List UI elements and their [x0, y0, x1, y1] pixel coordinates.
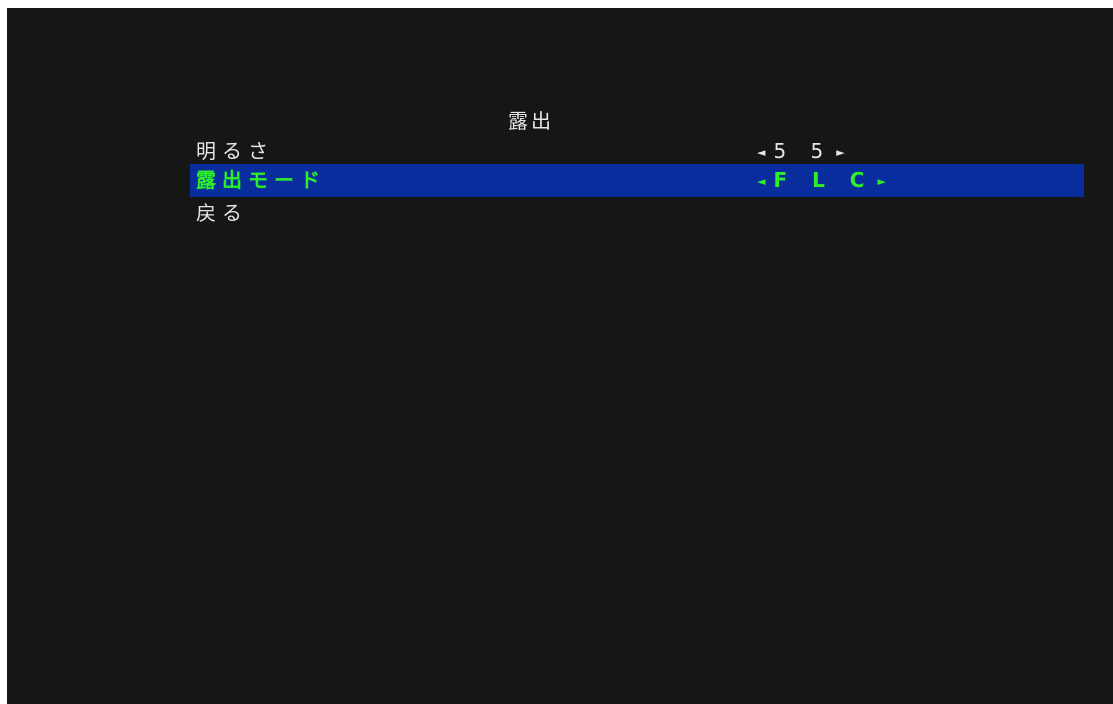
- menu-item-exposure-mode[interactable]: 露出モード ◄ F L C ►: [190, 164, 1084, 197]
- menu-item-back[interactable]: 戻る: [190, 197, 1084, 230]
- exposure-mode-value[interactable]: ◄ F L C ►: [753, 164, 894, 198]
- menu-item-label: 露出モード: [196, 168, 326, 192]
- menu-item-label: 戻る: [196, 201, 248, 225]
- right-arrow-icon[interactable]: ►: [877, 165, 889, 198]
- left-arrow-icon[interactable]: ◄: [757, 165, 769, 198]
- exposure-mode-value-text: F L C: [773, 168, 874, 192]
- osd-screen: 露出 明るさ ◄ 5 5 ► 露出モード ◄ F L C ► 戻る: [7, 8, 1113, 704]
- brightness-value-text: 5 5: [773, 139, 833, 163]
- menu-title: 露出: [508, 109, 554, 133]
